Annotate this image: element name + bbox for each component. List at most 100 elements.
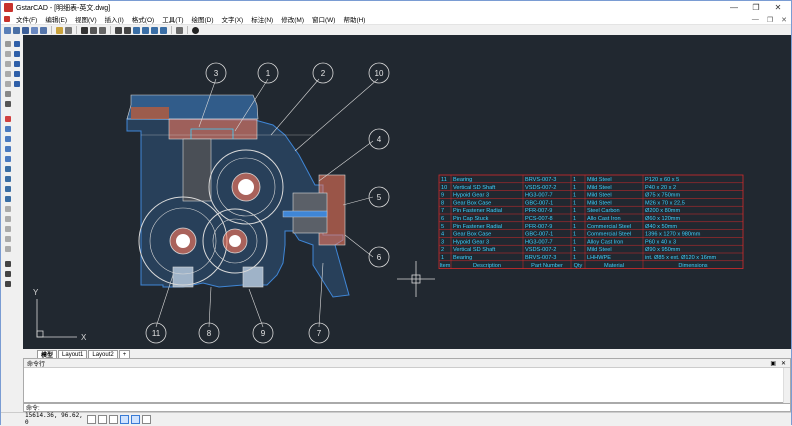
erase-icon[interactable] <box>5 116 11 122</box>
menu-edit[interactable]: 编辑(E) <box>41 14 71 24</box>
zoom-window-icon[interactable] <box>151 26 158 34</box>
menu-dimension[interactable]: 标注(N) <box>247 14 277 24</box>
zoom-previous-icon[interactable] <box>160 26 167 34</box>
circle-icon[interactable] <box>5 61 11 67</box>
menu-insert[interactable]: 插入(I) <box>101 14 128 24</box>
menu-text[interactable]: 文字(X) <box>218 14 248 24</box>
rectangle-icon[interactable] <box>5 81 11 87</box>
print-icon[interactable] <box>40 26 47 34</box>
table-cell: 5 <box>441 224 444 230</box>
brush-icon[interactable] <box>56 26 63 34</box>
drawing-canvas[interactable]: 3 1 2 10 4 5 6 11 8 9 7 11 Bearing BRVS-007-3 1 Mild S… <box>23 35 791 349</box>
break-icon[interactable] <box>5 226 11 232</box>
command-history-scrollbar[interactable] <box>783 368 790 403</box>
chamfer-icon[interactable] <box>5 236 11 242</box>
table-cell: P60 x 40 x 3 <box>645 239 676 245</box>
rotate-icon[interactable] <box>5 176 11 182</box>
pin-icon[interactable]: ▣ <box>770 360 776 367</box>
table-cell: VSDS-007-2 <box>525 247 556 253</box>
layer-copy-icon[interactable] <box>14 61 20 67</box>
tab-layout2[interactable]: Layout2 <box>88 350 118 358</box>
menu-view[interactable]: 视图(V) <box>71 14 101 24</box>
mirror-icon[interactable] <box>5 136 11 142</box>
line-icon[interactable] <box>5 41 11 47</box>
balloon-number: 7 <box>317 329 322 338</box>
help-icon[interactable] <box>192 26 199 34</box>
fillet-icon[interactable] <box>5 246 11 252</box>
polyline-icon[interactable] <box>5 51 11 57</box>
mtext-icon[interactable] <box>5 101 11 107</box>
trim-icon[interactable] <box>5 206 11 212</box>
cut2-icon[interactable] <box>124 26 131 34</box>
maximize-button[interactable]: ❐ <box>745 1 767 14</box>
doc-restore-button[interactable]: ❐ <box>767 16 773 24</box>
table-cell: Mild Steel <box>587 200 612 206</box>
layer-state-icon[interactable] <box>14 51 20 57</box>
cut-icon[interactable] <box>81 26 88 34</box>
menu-window[interactable]: 窗口(W) <box>308 14 339 24</box>
grid-toggle[interactable] <box>98 414 107 424</box>
balloon-number: 1 <box>266 69 271 78</box>
saveas-icon[interactable] <box>31 26 38 34</box>
text-style-icon[interactable] <box>65 26 72 34</box>
dim-aligned-icon[interactable] <box>5 281 11 287</box>
osnap-toggle[interactable] <box>131 414 140 424</box>
table-cell: 1 <box>573 247 576 253</box>
table-cell: 1 <box>573 239 576 245</box>
table-cell: Bearing <box>453 255 472 261</box>
menu-draw[interactable]: 绘图(D) <box>188 14 218 24</box>
command-input-row[interactable]: 命令: <box>23 403 791 412</box>
array-icon[interactable] <box>5 156 11 162</box>
polar-toggle[interactable] <box>120 414 129 424</box>
parts-list-table[interactable]: 11 Bearing BRVS-007-3 1 Mild Steel P120 x 60 … <box>438 174 744 269</box>
doc-close-button[interactable]: ✕ <box>781 16 787 24</box>
save-icon[interactable] <box>22 26 29 34</box>
table-cell: int. Ø85 x ext. Ø120 x 16mm <box>645 255 717 261</box>
toolbar-divider <box>51 26 52 34</box>
explode-icon[interactable] <box>5 261 11 267</box>
menu-file[interactable]: 文件(F) <box>12 14 41 24</box>
open-icon[interactable] <box>13 26 20 34</box>
minimize-button[interactable]: — <box>723 1 745 14</box>
arc-icon[interactable] <box>5 71 11 77</box>
copy-icon[interactable] <box>90 26 97 34</box>
close-panel-icon[interactable]: ✕ <box>781 360 786 367</box>
menu-tools[interactable]: 工具(T) <box>158 14 187 24</box>
tab-layout1[interactable]: Layout1 <box>58 350 88 358</box>
table-header-cell: Description <box>473 263 501 269</box>
zoom-realtime-icon[interactable] <box>142 26 149 34</box>
new-icon[interactable] <box>4 26 11 34</box>
drawing-svg[interactable]: 3 1 2 1045611 8 9 7 11 Bearing BRVS-007-3 1 Mild S… <box>23 35 791 349</box>
table-header-cell: Item <box>440 263 451 269</box>
layer-icon[interactable] <box>14 41 20 47</box>
tab-add[interactable]: + <box>118 350 131 358</box>
dim-linear-icon[interactable] <box>5 271 11 277</box>
balloon-number: 3 <box>214 69 219 78</box>
doc-minimize-button[interactable]: — <box>752 16 759 23</box>
move-icon[interactable] <box>5 166 11 172</box>
scale-icon[interactable] <box>5 186 11 192</box>
close-button[interactable]: ✕ <box>767 1 789 14</box>
status-bar: 15614.36, 96.62, 0 <box>1 412 791 426</box>
toolbar-divider <box>171 26 172 34</box>
title-bar[interactable]: GstarCAD - [明细表-英文.dwg] — ❐ ✕ <box>1 1 791 14</box>
stretch-icon[interactable] <box>5 196 11 202</box>
menu-help[interactable]: 帮助(H) <box>339 14 369 24</box>
properties-icon[interactable] <box>176 26 183 34</box>
menu-format[interactable]: 格式(O) <box>128 14 158 24</box>
hatch-icon[interactable] <box>5 91 11 97</box>
copy-object-icon[interactable] <box>5 126 11 132</box>
offset-icon[interactable] <box>5 146 11 152</box>
layer-match-icon[interactable] <box>14 71 20 77</box>
undo-icon[interactable] <box>115 26 122 34</box>
paste-icon[interactable] <box>99 26 106 34</box>
snap-toggle[interactable] <box>87 414 96 424</box>
layer-iso-icon[interactable] <box>14 81 20 87</box>
extend-icon[interactable] <box>5 216 11 222</box>
pan-icon[interactable] <box>133 26 140 34</box>
tab-model[interactable]: 模型 <box>37 350 58 359</box>
menu-modify[interactable]: 修改(M) <box>277 14 308 24</box>
ortho-toggle[interactable] <box>109 414 118 424</box>
table-cell: PCS-007-8 <box>525 216 553 222</box>
otrack-toggle[interactable] <box>142 414 151 424</box>
